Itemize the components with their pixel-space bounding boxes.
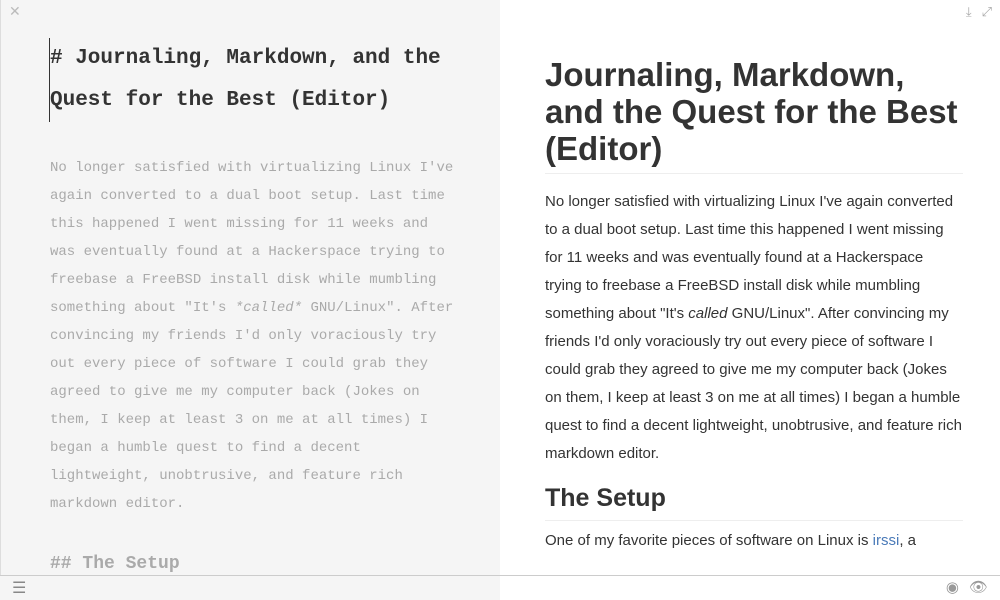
text: No longer satisfied with virtualizing Li… xyxy=(545,193,954,322)
text: , a xyxy=(899,532,917,549)
source-heading: # Journaling, Markdown, and the Quest fo… xyxy=(49,38,460,122)
expand-icon[interactable]: ⤢ xyxy=(982,4,992,20)
irssi-link[interactable]: irssi xyxy=(873,532,900,549)
preview-content: Journaling, Markdown, and the Quest for … xyxy=(545,56,963,555)
close-icon[interactable]: ✕ xyxy=(9,4,21,20)
editor-pane[interactable]: ✕ # Journaling, Markdown, and the Quest … xyxy=(0,0,500,600)
text: No longer satisfied with virtualizing Li… xyxy=(50,160,462,316)
emphasis: *called* xyxy=(234,300,303,316)
source-paragraph: No longer satisfied with virtualizing Li… xyxy=(50,154,460,518)
editor-text[interactable]: # Journaling, Markdown, and the Quest fo… xyxy=(49,38,460,578)
text: One of my favorite pieces of software on… xyxy=(545,532,873,549)
markdown-editor-app: ✕ # Journaling, Markdown, and the Quest … xyxy=(0,0,1000,600)
text: GNU/Linux". After convincing my friends … xyxy=(50,300,462,512)
preview-paragraph-2: One of my favorite pieces of software on… xyxy=(545,527,963,555)
text: GNU/Linux". After convincing my friends … xyxy=(545,305,962,462)
preview-pane: ⤓ ⤢ Journaling, Markdown, and the Quest … xyxy=(500,0,1000,575)
eye-icon[interactable]: 👁 xyxy=(969,578,988,597)
preview-title: Journaling, Markdown, and the Quest for … xyxy=(545,56,963,174)
emphasis: called xyxy=(688,305,728,322)
menu-icon[interactable]: ☰ xyxy=(12,578,26,598)
download-icon[interactable]: ⤓ xyxy=(966,4,972,20)
target-icon[interactable]: ◉ xyxy=(946,578,959,597)
preview-subheading: The Setup xyxy=(545,482,963,521)
source-subheading: ## The Setup xyxy=(50,554,180,574)
preview-paragraph: No longer satisfied with virtualizing Li… xyxy=(545,188,963,468)
bottom-toolbar: ☰ ◉ 👁 xyxy=(0,575,1000,600)
